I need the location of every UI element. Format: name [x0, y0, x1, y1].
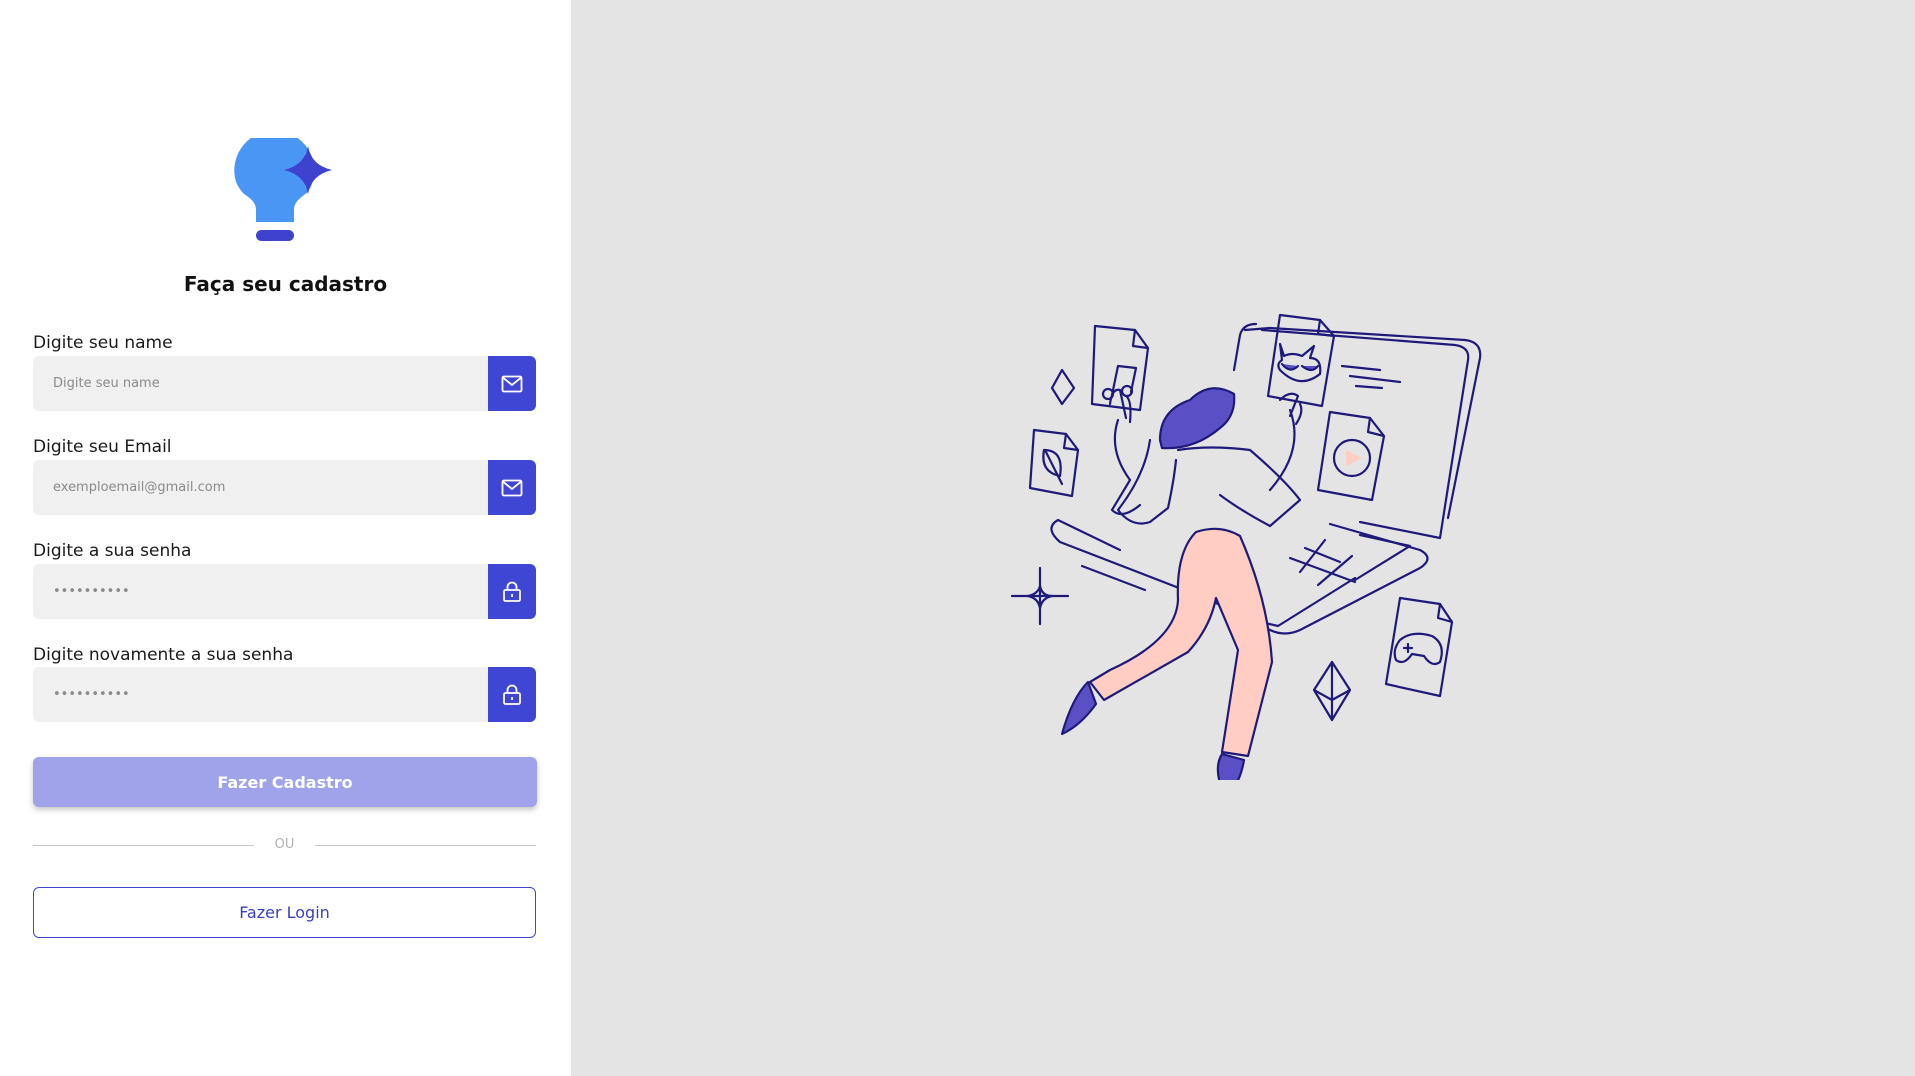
email-field-label: Digite seu Email [33, 437, 172, 457]
divider-line-right [315, 845, 536, 846]
email-field-icon-button[interactable] [488, 460, 536, 515]
email-field-group [33, 460, 536, 515]
name-field-icon-button[interactable] [488, 356, 536, 411]
password-field-group [33, 564, 536, 619]
password-field-icon-button[interactable] [488, 564, 536, 619]
lock-icon [503, 684, 521, 705]
name-field-label: Digite seu name [33, 333, 173, 353]
password-input[interactable] [33, 564, 488, 619]
page-title: Faça seu cadastro [183, 272, 388, 296]
login-button[interactable]: Fazer Login [33, 887, 536, 938]
confirm-password-field-icon-button[interactable] [488, 667, 536, 722]
person-with-laptop-illustration [1010, 313, 1482, 780]
confirm-password-field-group [33, 667, 536, 722]
lock-icon [503, 581, 521, 602]
mail-icon [501, 479, 523, 496]
password-field-label: Digite a sua senha [33, 541, 192, 561]
confirm-password-input[interactable] [33, 667, 488, 722]
or-divider: OU [33, 834, 536, 856]
mail-icon [501, 375, 523, 392]
email-input[interactable] [33, 460, 488, 515]
name-input[interactable] [33, 356, 488, 411]
name-field-group [33, 356, 536, 411]
lightbulb-sparkle-logo-icon [234, 138, 332, 241]
illustration-panel [571, 0, 1915, 1076]
confirm-password-field-label: Digite novamente a sua senha [33, 645, 294, 665]
signup-submit-button[interactable]: Fazer Cadastro [33, 757, 537, 807]
signup-panel: Faça seu cadastro Digite seu name Digite… [0, 0, 571, 1076]
